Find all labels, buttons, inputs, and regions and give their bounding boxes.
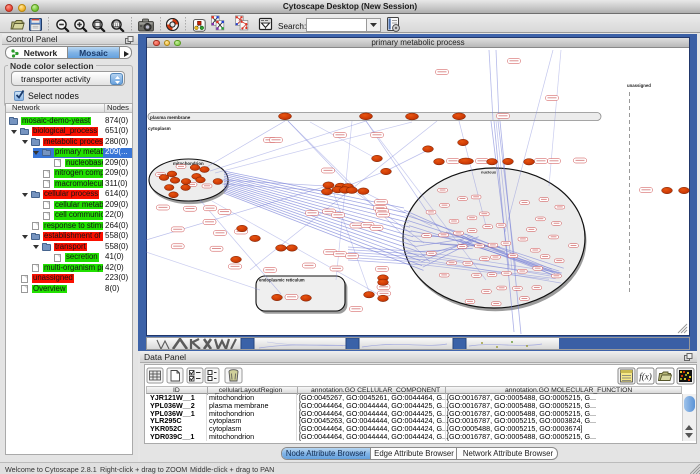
svg-text:cytoplasm: cytoplasm xyxy=(148,126,171,131)
svg-text:endoplasmic reticulum: endoplasmic reticulum xyxy=(259,278,305,283)
svg-text:plasma membrane: plasma membrane xyxy=(150,115,191,120)
svg-text:Search:: Search: xyxy=(278,22,306,31)
svg-text:f(x): f(x) xyxy=(639,372,652,382)
svg-text:nucleus: nucleus xyxy=(481,170,497,175)
svg-text:unassigned: unassigned xyxy=(627,83,651,88)
svg-text:11: 11 xyxy=(114,22,119,27)
